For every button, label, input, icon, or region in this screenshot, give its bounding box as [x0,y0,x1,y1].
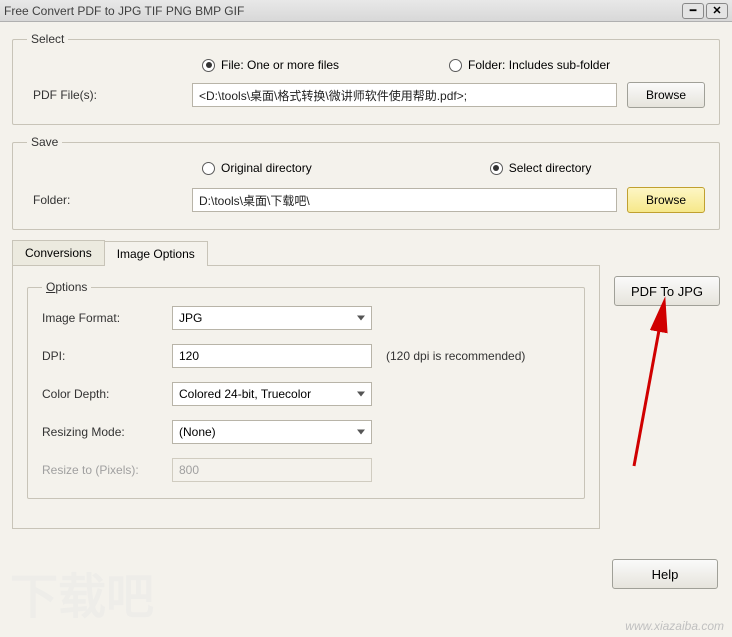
background-logo: 下载吧 [10,557,154,627]
radio-select-icon [490,162,503,175]
save-group: Save Original directory Select directory… [12,135,720,230]
convert-button[interactable]: PDF To JPG [614,276,720,306]
image-format-label: Image Format: [42,311,172,325]
radio-file-icon [202,59,215,72]
resize-to-input [172,458,372,482]
help-button[interactable]: Help [612,559,718,589]
select-legend: Select [27,32,68,46]
browse-files-button[interactable]: Browse [627,82,705,108]
radio-folder-icon [449,59,462,72]
dpi-input[interactable] [172,344,372,368]
titlebar: Free Convert PDF to JPG TIF PNG BMP GIF … [0,0,732,22]
select-group: Select File: One or more files Folder: I… [12,32,720,125]
radio-orig-icon [202,162,215,175]
content-area: Select File: One or more files Folder: I… [0,22,732,637]
chevron-down-icon [357,316,365,321]
chevron-down-icon [357,392,365,397]
radio-file-group[interactable]: File: One or more files [202,58,339,72]
dpi-label: DPI: [42,349,172,363]
browse-folder-button[interactable]: Browse [627,187,705,213]
resize-to-label: Resize to (Pixels): [42,463,172,477]
tabs: Conversions Image Options [12,240,600,265]
image-format-select[interactable]: JPG [172,306,372,330]
tab-conversions[interactable]: Conversions [12,240,105,265]
save-legend: Save [27,135,62,149]
tab-body: Options Image Format: JPG DPI: (120 dpi … [12,265,600,529]
folder-label: Folder: [27,193,192,207]
chevron-down-icon [357,430,365,435]
watermark: www.xiazaiba.com [625,619,724,633]
radio-orig-group[interactable]: Original directory [202,161,312,175]
radio-select-label: Select directory [509,161,592,175]
options-group: Options Image Format: JPG DPI: (120 dpi … [27,280,585,499]
window-title: Free Convert PDF to JPG TIF PNG BMP GIF [4,4,680,18]
resize-mode-select[interactable]: (None) [172,420,372,444]
radio-folder-group[interactable]: Folder: Includes sub-folder [449,58,610,72]
pdf-files-label: PDF File(s): [27,88,192,102]
color-depth-select[interactable]: Colored 24-bit, Truecolor [172,382,372,406]
close-button[interactable]: ✕ [706,3,728,19]
radio-folder-label: Folder: Includes sub-folder [468,58,610,72]
radio-file-label: File: One or more files [221,58,339,72]
radio-orig-label: Original directory [221,161,312,175]
radio-select-group[interactable]: Select directory [490,161,592,175]
minimize-button[interactable]: ━ [682,3,704,19]
resize-mode-label: Resizing Mode: [42,425,172,439]
color-depth-label: Color Depth: [42,387,172,401]
folder-input[interactable] [192,188,617,212]
tab-image-options[interactable]: Image Options [104,241,208,266]
dpi-hint: (120 dpi is recommended) [386,349,525,363]
right-column: PDF To JPG [614,240,720,306]
pdf-files-input[interactable] [192,83,617,107]
tab-area: Conversions Image Options Options Image … [12,240,600,529]
options-legend: Options [42,280,91,294]
